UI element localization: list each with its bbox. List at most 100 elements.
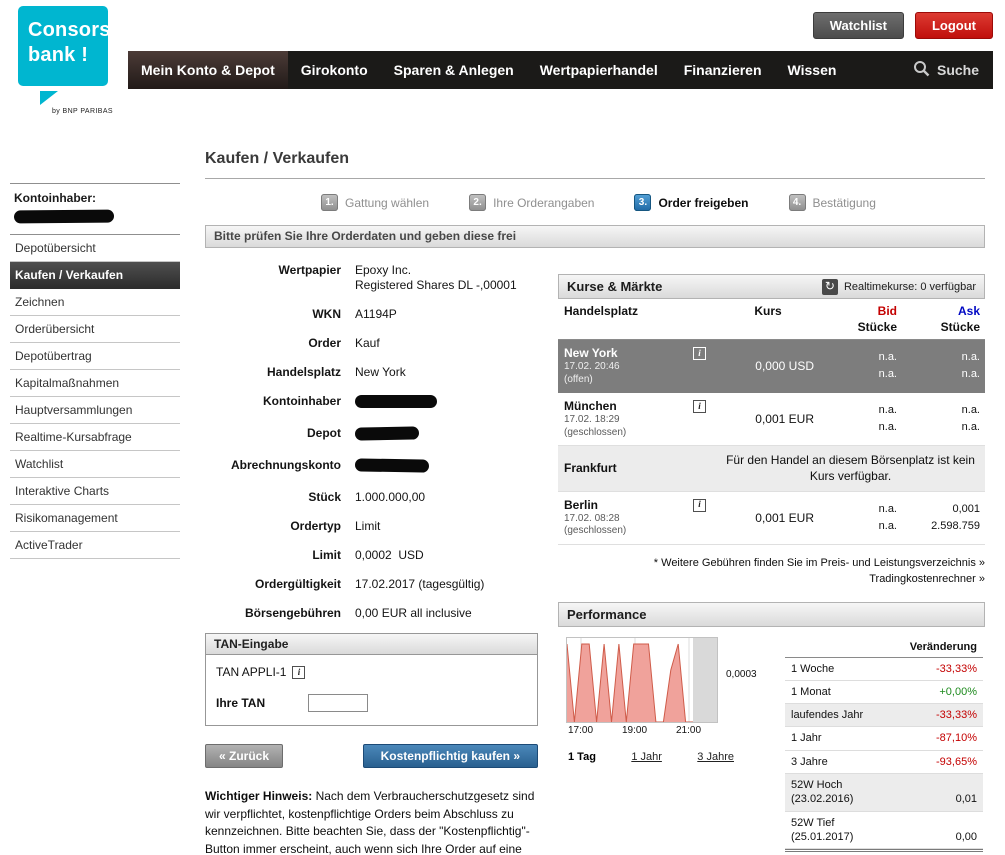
- market-kurs: 0,001 EUR: [716, 511, 820, 525]
- market-row-new-york[interactable]: New York 17.02. 20:46 (offen) i 0,000 US…: [558, 340, 985, 393]
- perf-row-laufendes-jahr: laufendes Jahr -33,33%: [785, 704, 983, 727]
- order-row-boersengebuehren: Börsengebühren 0,00 EUR all inclusive: [205, 599, 540, 628]
- order-row-stueck: Stück 1.000.000,00: [205, 483, 540, 512]
- tan-input[interactable]: [308, 694, 368, 712]
- redacted-kontoinhaber: [355, 395, 437, 408]
- market-time: 17.02. 08:28: [564, 513, 716, 526]
- trading-cost-calculator-link[interactable]: Tradingkostenrechner »: [558, 571, 985, 588]
- realtime-label: Realtimekurse: 0 verfügbar: [844, 281, 976, 293]
- info-icon[interactable]: i: [693, 400, 706, 413]
- order-value: Epoxy Inc. Registered Shares DL -,00001: [355, 263, 517, 293]
- sidebar-item-orderuebersicht[interactable]: Orderübersicht: [10, 316, 180, 343]
- order-label: Börsengebühren: [205, 606, 355, 621]
- sidebar-item-depotuebersicht[interactable]: Depotübersicht: [10, 235, 180, 262]
- market-no-quote-message: Für den Handel an diesem Börsenplatz ist…: [716, 452, 985, 484]
- page-root: Consors bank ! by BNP PARIBAS Watchlist …: [0, 0, 1005, 855]
- nav-sparen-anlegen[interactable]: Sparen & Anlegen: [381, 51, 527, 89]
- nav-wertpapierhandel[interactable]: Wertpapierhandel: [527, 51, 671, 89]
- bid-stuecke-header: Stücke: [820, 320, 897, 336]
- fees-link[interactable]: * Weitere Gebühren finden Sie im Preis- …: [558, 555, 985, 572]
- step-3-order-freigeben: 3. Order freigeben: [634, 194, 748, 211]
- sidebar-item-interaktive-charts[interactable]: Interaktive Charts: [10, 478, 180, 505]
- performance-chart: 0,0003 17:00 19:00 21:00 1 Tag 1 Jahr 3 …: [566, 637, 778, 853]
- perf-row-3-jahre: 3 Jahre -93,65%: [785, 751, 983, 774]
- step-3-label: Order freigeben: [658, 196, 748, 210]
- market-name: Frankfurt: [564, 461, 716, 476]
- sidebar-item-kaufen-verkaufen[interactable]: Kaufen / Verkaufen: [10, 262, 180, 289]
- market-bid: n.a.n.a.: [820, 349, 902, 383]
- search-label: Suche: [937, 62, 979, 78]
- market-ask: n.a.n.a.: [902, 402, 985, 436]
- buy-confirm-button[interactable]: Kostenpflichtig kaufen »: [363, 744, 538, 768]
- info-icon[interactable]: i: [693, 347, 706, 360]
- period-1-jahr[interactable]: 1 Jahr: [631, 751, 662, 763]
- performance-table: Veränderung 1 Woche -33,33% 1 Monat +0,0…: [785, 637, 983, 853]
- account-holder-block: Kontoinhaber:: [10, 183, 180, 234]
- watchlist-button[interactable]: Watchlist: [813, 12, 904, 39]
- refresh-icon[interactable]: ↻: [822, 279, 838, 295]
- logo-bubble: Consors bank !: [18, 6, 108, 86]
- market-bid: n.a.n.a.: [820, 501, 902, 535]
- perf-row-52w-hoch: 52W Hoch(23.02.2016) 0,01: [785, 774, 983, 812]
- sidebar-item-realtime-kursabfrage[interactable]: Realtime-Kursabfrage: [10, 424, 180, 451]
- order-label: Wertpapier: [205, 263, 355, 293]
- period-1-tag[interactable]: 1 Tag: [568, 751, 596, 763]
- order-label: Ordertyp: [205, 519, 355, 534]
- main-navigation: Mein Konto & Depot Girokonto Sparen & An…: [128, 51, 993, 89]
- consorsbank-logo[interactable]: Consors bank ! by BNP PARIBAS: [18, 6, 108, 86]
- info-icon[interactable]: i: [693, 499, 706, 512]
- markets-footnotes: * Weitere Gebühren finden Sie im Preis- …: [558, 555, 985, 588]
- logo-text-1: Consors: [28, 18, 108, 43]
- sidebar-item-risikomanagement[interactable]: Risikomanagement: [10, 505, 180, 532]
- market-row-muenchen[interactable]: München 17.02. 18:29 (geschlossen) i 0,0…: [558, 393, 985, 446]
- market-ask: 0,0012.598.759: [902, 501, 985, 535]
- bid-header: Bid: [820, 304, 897, 320]
- sidebar-item-kapitalmassnahmen[interactable]: Kapitalmaßnahmen: [10, 370, 180, 397]
- markets-header: Kurse & Märkte ↻ Realtimekurse: 0 verfüg…: [558, 274, 985, 299]
- market-status: (geschlossen): [564, 525, 716, 538]
- tan-method-row: TAN APPLI-1 i: [216, 665, 527, 679]
- col-handelsplatz: Handelsplatz: [558, 304, 716, 335]
- market-row-berlin[interactable]: Berlin 17.02. 08:28 (geschlossen) i 0,00…: [558, 492, 985, 545]
- wizard-steps: 1. Gattung wählen 2. Ihre Orderangaben 3…: [321, 194, 985, 211]
- col-kurs: Kurs: [716, 304, 820, 335]
- performance-header: Performance: [558, 602, 985, 627]
- step-4-number: 4.: [789, 194, 806, 211]
- order-row-ordertyp: Ordertyp Limit: [205, 512, 540, 541]
- chart-x-ticks: 17:00 19:00 21:00: [566, 723, 718, 737]
- tan-info-icon[interactable]: i: [292, 666, 305, 679]
- sidebar-item-hauptversammlungen[interactable]: Hauptversammlungen: [10, 397, 180, 424]
- nav-girokonto[interactable]: Girokonto: [288, 51, 381, 89]
- period-3-jahre[interactable]: 3 Jahre: [697, 751, 734, 763]
- sidebar-item-watchlist[interactable]: Watchlist: [10, 451, 180, 478]
- back-button[interactable]: « Zurück: [205, 744, 283, 768]
- market-bid: n.a.n.a.: [820, 402, 902, 436]
- order-label: Kontoinhaber: [205, 394, 355, 412]
- order-row-wkn: WKN A1194P: [205, 300, 540, 329]
- market-time: 17.02. 20:46: [564, 361, 716, 374]
- notice-lead: Wichtiger Hinweis:: [205, 789, 312, 803]
- order-row-wertpapier: Wertpapier Epoxy Inc. Registered Shares …: [205, 256, 540, 300]
- market-row-frankfurt[interactable]: Frankfurt Für den Handel an diesem Börse…: [558, 446, 985, 491]
- nav-finanzieren[interactable]: Finanzieren: [671, 51, 775, 89]
- sidebar-item-activetrader[interactable]: ActiveTrader: [10, 532, 180, 559]
- markets-title: Kurse & Märkte: [567, 279, 662, 294]
- step-4-label: Bestätigung: [813, 196, 876, 210]
- sidebar-item-zeichnen[interactable]: Zeichnen: [10, 289, 180, 316]
- sidebar-item-depotuebertrag[interactable]: Depotübertrag: [10, 343, 180, 370]
- nav-mein-konto-depot[interactable]: Mein Konto & Depot: [128, 51, 288, 89]
- step-2-orderangaben: 2. Ihre Orderangaben: [469, 194, 594, 211]
- tan-input-row: Ihre TAN: [216, 694, 527, 712]
- order-value: 0,00 EUR all inclusive: [355, 606, 472, 621]
- nav-wissen[interactable]: Wissen: [775, 51, 850, 89]
- logo-bubble-tail: [40, 91, 58, 105]
- logout-button[interactable]: Logout: [915, 12, 993, 39]
- chart-period-selector: 1 Tag 1 Jahr 3 Jahre: [566, 751, 734, 763]
- order-label: Handelsplatz: [205, 365, 355, 380]
- nav-search[interactable]: Suche: [899, 51, 993, 89]
- order-label: Ordergültigkeit: [205, 577, 355, 592]
- step-1-number: 1.: [321, 194, 338, 211]
- wertpapier-name: Epoxy Inc.: [355, 263, 517, 278]
- step-1-label: Gattung wählen: [345, 196, 429, 210]
- main-content: Kaufen / Verkaufen 1. Gattung wählen 2. …: [205, 150, 985, 855]
